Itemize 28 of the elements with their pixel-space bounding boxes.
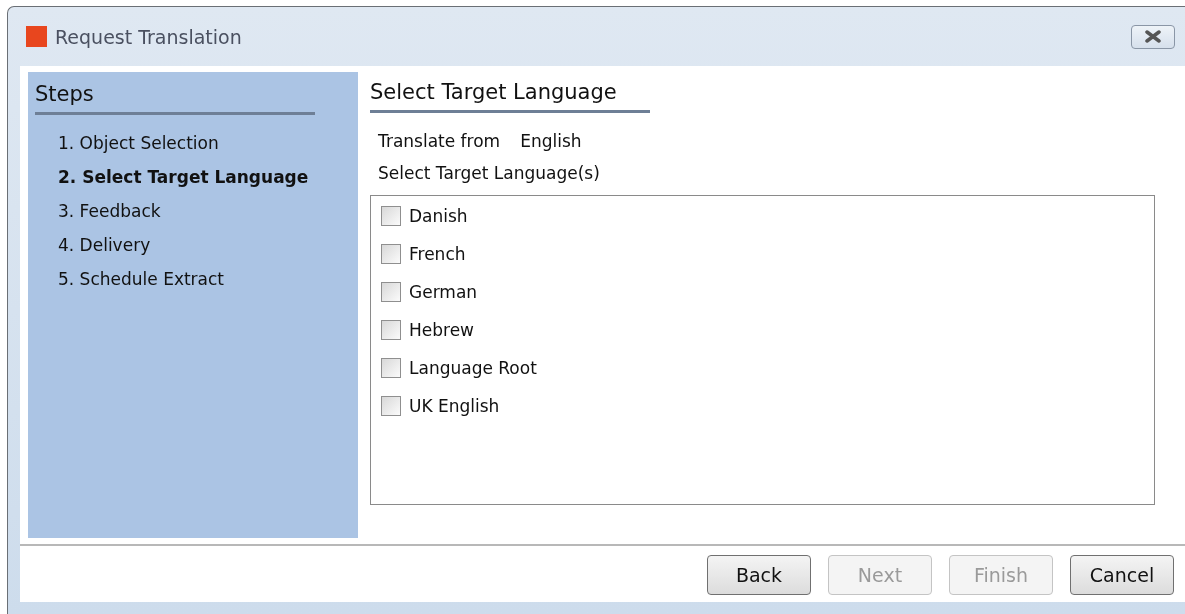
checkbox[interactable] — [381, 358, 401, 378]
step-item: 5. Schedule Extract — [58, 269, 226, 289]
close-button[interactable] — [1131, 24, 1175, 49]
step-item: 3. Feedback — [58, 201, 162, 221]
translate-from-label: Translate from — [378, 131, 501, 151]
step-item: 4. Delivery — [58, 235, 152, 255]
step-item: 2. Select Target Language — [58, 167, 310, 187]
page-heading: Select Target Language — [370, 80, 618, 104]
list-label: Select Target Language(s) — [377, 162, 601, 185]
language-label: UK English — [409, 396, 500, 416]
dialog-button[interactable]: Cancel — [1070, 555, 1174, 595]
step-item: 1. Object Selection — [58, 133, 220, 153]
language-label: Danish — [409, 206, 468, 226]
checkbox[interactable] — [381, 244, 401, 264]
checkbox[interactable] — [381, 320, 401, 340]
language-label: Language Root — [409, 358, 537, 378]
checkbox[interactable] — [381, 282, 401, 302]
app-logo-icon — [26, 26, 47, 47]
language-label: French — [409, 244, 466, 264]
steps-heading: Steps — [35, 82, 94, 108]
close-icon — [1144, 30, 1162, 43]
source-language: English — [520, 131, 582, 151]
window-title: Request Translation — [55, 25, 243, 48]
checkbox[interactable] — [381, 206, 401, 226]
language-label: German — [409, 282, 478, 302]
dialog-button[interactable]: Back — [707, 555, 811, 595]
checkbox[interactable] — [381, 396, 401, 416]
language-label: Hebrew — [409, 320, 474, 340]
